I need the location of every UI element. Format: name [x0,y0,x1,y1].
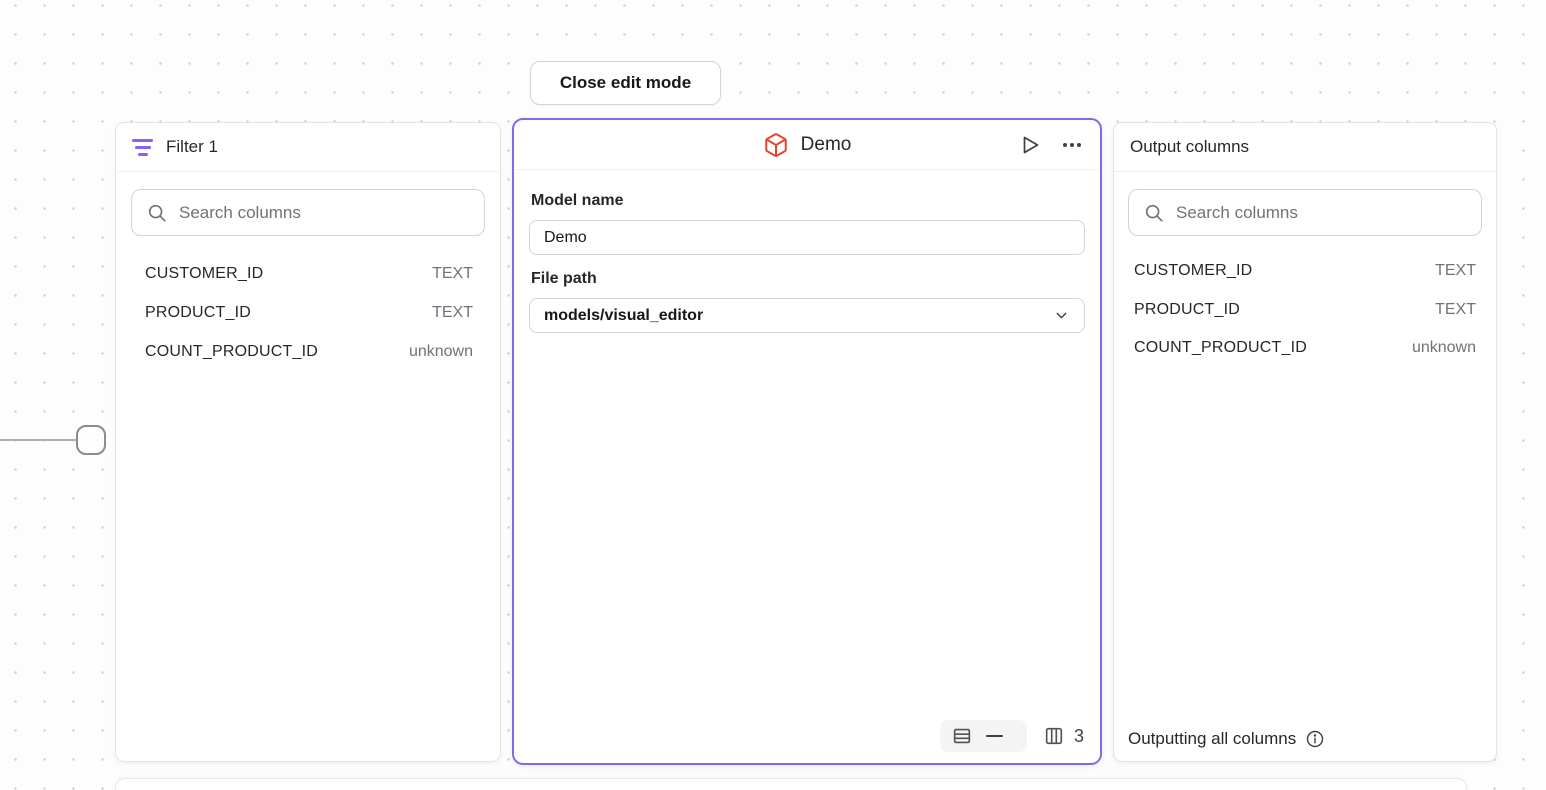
row-limit-toggle[interactable] [940,720,1027,752]
column-type: TEXT [1435,301,1476,319]
output-panel-header: Output columns [1114,123,1496,172]
column-row[interactable]: PRODUCT_ID TEXT [116,293,500,332]
column-row[interactable]: COUNT_PRODUCT_ID unknown [116,332,500,371]
connector-handle[interactable] [76,425,106,455]
column-name: COUNT_PRODUCT_ID [145,343,318,361]
bottom-results-panel[interactable] [115,778,1467,790]
model-panel-title: Demo [801,134,852,156]
close-edit-mode-button[interactable]: Close edit mode [530,61,721,105]
connector-edge [0,439,78,441]
column-type: TEXT [1435,262,1476,280]
run-model-button[interactable] [1016,131,1044,159]
output-footer-text: Outputting all columns [1128,729,1296,749]
file-path-select[interactable]: models/visual_editor [529,298,1085,333]
model-name-label: Model name [531,192,1083,210]
column-row[interactable]: CUSTOMER_ID TEXT [1114,252,1496,291]
file-path-value: models/visual_editor [544,307,703,325]
column-row[interactable]: CUSTOMER_ID TEXT [116,254,500,293]
column-name: PRODUCT_ID [145,304,251,322]
output-footer: Outputting all columns [1114,717,1496,761]
column-type: unknown [409,343,473,361]
column-type: TEXT [432,265,473,283]
filter-panel-header: Filter 1 [116,123,500,172]
output-search-box[interactable] [1128,189,1482,236]
column-count-value: 3 [1074,726,1084,747]
column-type: TEXT [432,304,473,322]
more-options-button[interactable] [1058,131,1086,159]
editor-canvas: Close edit mode Filter 1 CUSTOMER_ID TEX… [0,0,1546,790]
filter-panel-title: Filter 1 [166,137,218,157]
column-name: COUNT_PRODUCT_ID [1134,339,1307,357]
filter-node-panel: Filter 1 CUSTOMER_ID TEXT PRODUCT_ID TEX… [115,122,501,762]
file-path-label: File path [531,270,1083,288]
model-panel-header: Demo [514,120,1100,170]
cube-icon [763,132,789,158]
filter-search-box[interactable] [131,189,485,236]
column-type: unknown [1412,339,1476,357]
column-name: CUSTOMER_ID [1134,262,1252,280]
search-icon [146,202,168,224]
output-panel-title: Output columns [1130,137,1249,157]
chevron-down-icon [1053,307,1070,324]
filter-column-list: CUSTOMER_ID TEXT PRODUCT_ID TEXT COUNT_P… [116,246,500,371]
minus-icon [986,735,1003,737]
rows-icon [951,725,973,747]
model-node-panel: Demo Model name File path m [512,118,1102,765]
output-columns-panel: Output columns CUSTOMER_ID TEXT PRODUCT_… [1113,122,1497,762]
column-name: CUSTOMER_ID [145,265,263,283]
play-icon [1018,133,1042,157]
ellipsis-icon [1060,133,1084,157]
column-row[interactable]: PRODUCT_ID TEXT [1114,291,1496,330]
output-column-list: CUSTOMER_ID TEXT PRODUCT_ID TEXT COUNT_P… [1114,244,1496,368]
filter-search-input[interactable] [179,203,470,223]
info-icon[interactable] [1305,729,1325,749]
model-name-input[interactable] [529,220,1085,255]
column-count-indicator[interactable]: 3 [1043,725,1084,747]
columns-icon [1043,725,1065,747]
filter-lines-icon [132,139,153,156]
column-row[interactable]: COUNT_PRODUCT_ID unknown [1114,329,1496,368]
search-icon [1143,202,1165,224]
output-search-input[interactable] [1176,203,1467,223]
column-name: PRODUCT_ID [1134,301,1240,319]
